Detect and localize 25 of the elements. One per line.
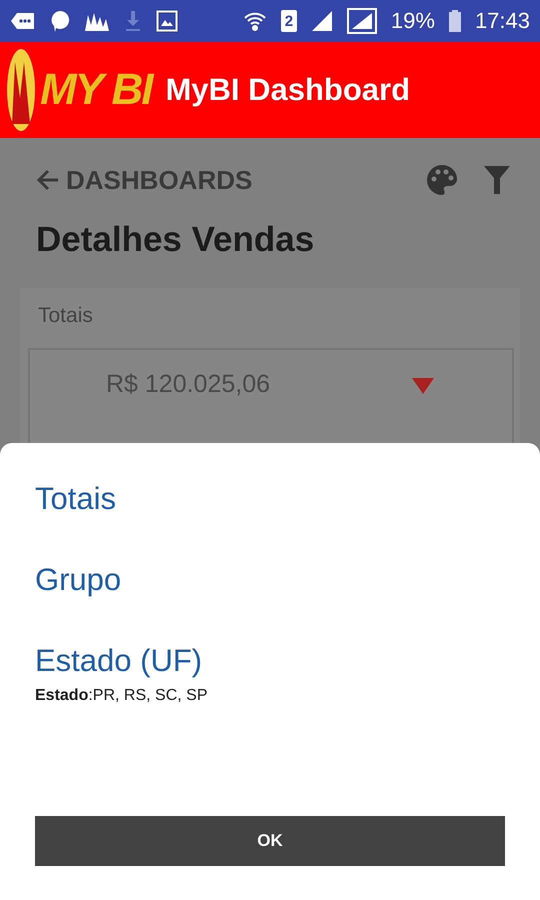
ok-button[interactable]: OK [35, 816, 505, 866]
app-logo: MY BI [40, 65, 152, 115]
palette-icon[interactable] [426, 164, 458, 196]
chat-bubble-icon [50, 10, 70, 32]
signal-icon [310, 10, 333, 32]
sim-icon: 2 [280, 10, 297, 32]
back-arrow-icon [36, 169, 60, 191]
sheet-item[interactable]: Grupo [35, 562, 505, 643]
message-icon [10, 11, 36, 31]
sheet-item[interactable]: Totais [35, 481, 505, 562]
clock-time: 17:43 [474, 8, 530, 34]
total-value: R$ 120.025,06 [106, 370, 270, 399]
signal-icon [346, 8, 377, 34]
app-title: MyBI Dashboard [165, 72, 410, 108]
sheet-item[interactable]: Estado (UF) Estado:PR, RS, SC, SP [35, 643, 505, 724]
image-icon [156, 10, 178, 32]
battery-percent: 19% [390, 8, 435, 34]
wifi-icon [242, 10, 267, 32]
battery-icon [448, 10, 461, 32]
filter-icon[interactable] [484, 166, 510, 194]
logo-emblem-icon [6, 48, 36, 132]
page-title: Detalhes Vendas [36, 220, 316, 260]
download-icon [124, 10, 142, 32]
card-title: Totais [38, 304, 94, 328]
chart-icon [84, 11, 110, 31]
